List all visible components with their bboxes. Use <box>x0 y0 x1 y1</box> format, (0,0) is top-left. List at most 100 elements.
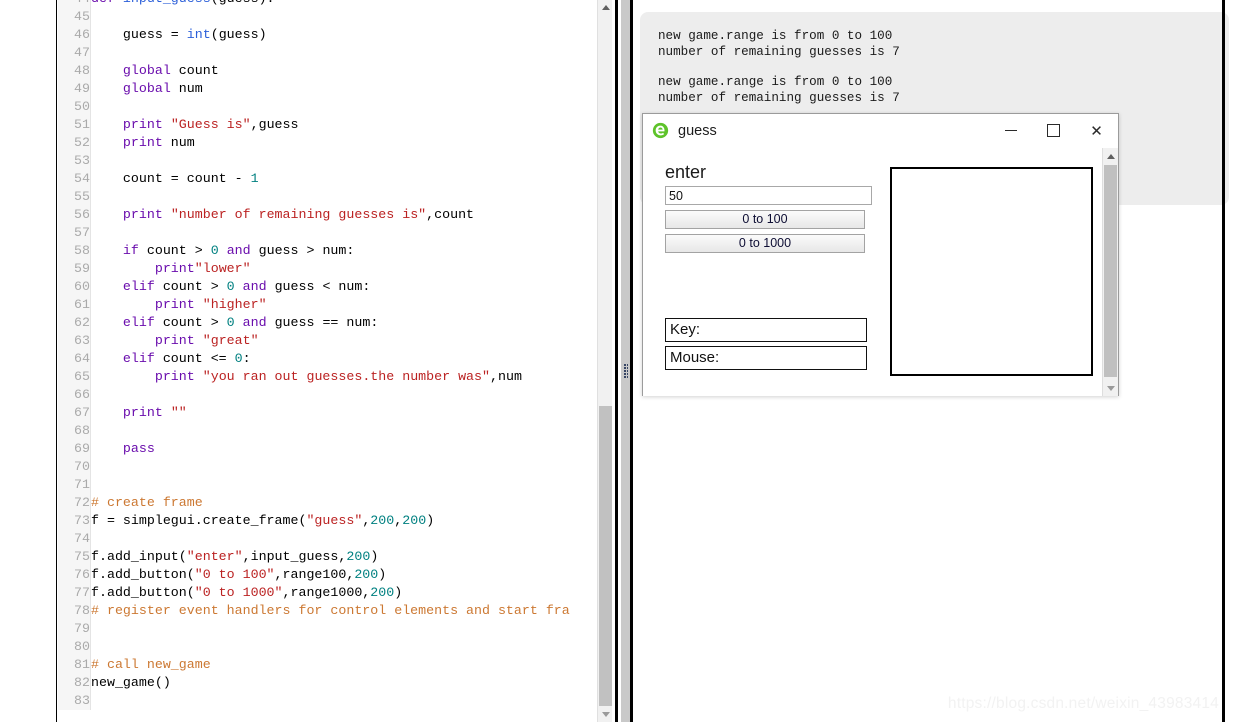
line-number: 82 <box>58 674 91 692</box>
range-1000-button[interactable]: 0 to 1000 <box>665 234 865 253</box>
code-line: 64 elif count <= 0: <box>58 350 600 368</box>
code-text[interactable]: elif count <= 0: <box>91 350 601 368</box>
code-text[interactable]: pass <box>91 440 601 458</box>
line-number: 45 <box>58 8 91 26</box>
code-text[interactable]: print "" <box>91 404 601 422</box>
range-100-button[interactable]: 0 to 100 <box>665 210 865 229</box>
code-text[interactable]: elif count > 0 and guess < num: <box>91 278 601 296</box>
console-line: number of remaining guesses is 7 <box>658 45 900 59</box>
code-text[interactable] <box>91 386 601 404</box>
code-text[interactable]: print "number of remaining guesses is",c… <box>91 206 601 224</box>
code-text[interactable] <box>91 458 601 476</box>
code-editor-pane: 44def input_guess(guess):45 46 guess = i… <box>0 0 618 722</box>
line-number: 44 <box>58 0 91 8</box>
code-text[interactable]: f = simplegui.create_frame("guess",200,2… <box>91 512 601 530</box>
guess-app-window[interactable]: guess ✕ enter 0 to 100 0 to 1000 Key: Mo… <box>642 113 1119 396</box>
code-text[interactable]: print "higher" <box>91 296 601 314</box>
app-scroll-down-button[interactable] <box>1103 380 1118 396</box>
code-line: 83 <box>58 692 600 710</box>
code-text[interactable] <box>91 188 601 206</box>
code-text[interactable]: print "great" <box>91 332 601 350</box>
minimize-button[interactable] <box>989 114 1032 147</box>
browser-e-icon <box>652 122 669 139</box>
code-line: 44def input_guess(guess): <box>58 0 600 8</box>
drawing-canvas[interactable] <box>890 167 1093 376</box>
code-text[interactable]: print "you ran out guesses.the number wa… <box>91 368 601 386</box>
line-number: 73 <box>58 512 91 530</box>
guess-window-titlebar[interactable]: guess ✕ <box>643 114 1118 148</box>
code-line: 59 print"lower" <box>58 260 600 278</box>
code-line: 47 <box>58 44 600 62</box>
code-text[interactable]: new_game() <box>91 674 601 692</box>
code-text[interactable] <box>91 620 601 638</box>
code-text[interactable] <box>91 638 601 656</box>
code-line: 82 new_game() <box>58 674 600 692</box>
code-text[interactable]: guess = int(guess) <box>91 26 601 44</box>
code-line: 57 <box>58 224 600 242</box>
console-line: new game.range is from 0 to 100 <box>658 29 893 43</box>
line-number: 56 <box>58 206 91 224</box>
line-number: 66 <box>58 386 91 404</box>
line-number: 54 <box>58 170 91 188</box>
editor-scroll-down-button[interactable] <box>598 707 613 722</box>
code-text[interactable] <box>91 422 601 440</box>
code-line: 49 global num <box>58 80 600 98</box>
app-vertical-scrollbar[interactable] <box>1102 148 1118 396</box>
editor-scroll-up-button[interactable] <box>598 0 613 15</box>
code-text[interactable]: print num <box>91 134 601 152</box>
code-text[interactable]: f.add_input("enter",input_guess,200) <box>91 548 601 566</box>
line-number: 75 <box>58 548 91 566</box>
code-text[interactable]: f.add_button("0 to 100",range100,200) <box>91 566 601 584</box>
key-display-field: Key: <box>665 318 867 342</box>
app-scrollbar-thumb[interactable] <box>1104 165 1117 377</box>
code-text[interactable] <box>91 8 601 26</box>
line-number: 51 <box>58 116 91 134</box>
code-text[interactable] <box>91 224 601 242</box>
code-text[interactable]: print "Guess is",guess <box>91 116 601 134</box>
code-text[interactable]: # call new_game <box>91 656 601 674</box>
code-line: 53 <box>58 152 600 170</box>
splitter-grip-icon[interactable] <box>624 364 628 378</box>
line-number: 53 <box>58 152 91 170</box>
console-pane-right-border <box>1222 0 1225 722</box>
line-number: 81 <box>58 656 91 674</box>
code-text[interactable]: if count > 0 and guess > num: <box>91 242 601 260</box>
code-text[interactable] <box>91 476 601 494</box>
enter-input[interactable] <box>665 186 872 205</box>
code-text[interactable] <box>91 152 601 170</box>
maximize-button[interactable] <box>1032 114 1075 147</box>
guess-window-body: enter 0 to 100 0 to 1000 Key: Mouse: <box>643 148 1118 396</box>
code-line: 76 f.add_button("0 to 100",range100,200) <box>58 566 600 584</box>
code-text[interactable]: count = count - 1 <box>91 170 601 188</box>
triangle-down-icon <box>601 712 610 717</box>
editor-scrollbar-thumb[interactable] <box>599 406 612 706</box>
code-text[interactable] <box>91 530 601 548</box>
editor-left-margin <box>0 0 57 722</box>
triangle-down-icon <box>1106 385 1115 391</box>
code-text[interactable]: elif count > 0 and guess == num: <box>91 314 601 332</box>
code-text[interactable]: f.add_button("0 to 1000",range1000,200) <box>91 584 601 602</box>
code-text[interactable]: # create frame <box>91 494 601 512</box>
enter-label: enter <box>665 162 707 182</box>
code-line: 58 if count > 0 and guess > num: <box>58 242 600 260</box>
code-text[interactable]: global count <box>91 62 601 80</box>
code-text[interactable]: def input_guess(guess): <box>91 0 601 8</box>
pane-splitter[interactable] <box>621 0 633 722</box>
code-line: 80 <box>58 638 600 656</box>
close-button[interactable]: ✕ <box>1075 114 1118 147</box>
app-scroll-up-button[interactable] <box>1103 148 1118 164</box>
code-text[interactable] <box>91 98 601 116</box>
maximize-icon <box>1047 124 1060 137</box>
line-number: 70 <box>58 458 91 476</box>
code-text[interactable]: # register event handlers for control el… <box>91 602 601 620</box>
code-text[interactable] <box>91 692 601 710</box>
code-text[interactable] <box>91 44 601 62</box>
code-line: 63 print "great" <box>58 332 600 350</box>
code-editor-scroll-area[interactable]: 44def input_guess(guess):45 46 guess = i… <box>58 0 600 722</box>
code-text[interactable]: global num <box>91 80 601 98</box>
code-line: 79 <box>58 620 600 638</box>
line-number: 78 <box>58 602 91 620</box>
editor-vertical-scrollbar[interactable] <box>597 0 612 722</box>
code-text[interactable]: print"lower" <box>91 260 601 278</box>
window-controls: ✕ <box>989 114 1118 147</box>
